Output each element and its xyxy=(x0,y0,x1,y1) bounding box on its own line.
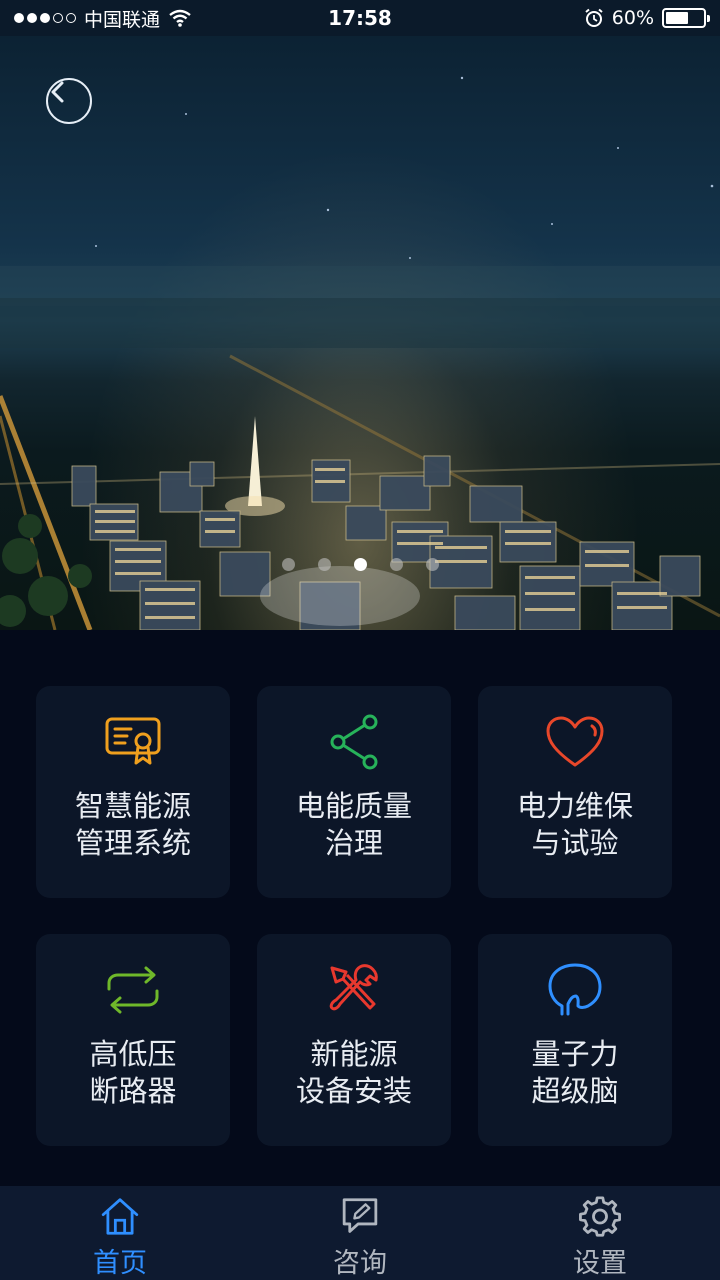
wifi-icon xyxy=(169,9,191,27)
tile-label-line1: 智慧能源 xyxy=(74,789,191,823)
tile-label-line1: 电力维保 xyxy=(516,789,633,823)
tile-label-line2: 设备安装 xyxy=(295,1074,412,1108)
heart-icon xyxy=(545,714,605,770)
share-icon xyxy=(324,714,384,770)
city-night-illustration xyxy=(0,76,720,630)
battery-icon xyxy=(662,8,710,28)
status-bar: 中国联通 17:58 60% xyxy=(0,0,720,36)
tile-maintenance-testing[interactable]: 电力维保 与试验 xyxy=(478,686,672,898)
battery-fill xyxy=(666,12,688,24)
alarm-icon xyxy=(585,8,603,27)
tile-label-line2: 管理系统 xyxy=(74,826,191,860)
tile-label-line2: 超级脑 xyxy=(531,1074,619,1108)
tile-quantum-brain[interactable]: 量子力 超级脑 xyxy=(478,934,672,1146)
refresh-arrows-icon xyxy=(103,962,163,1018)
bottom-tab-bar: 首页 咨询 设置 xyxy=(0,1186,720,1280)
tile-power-quality[interactable]: 电能质量 治理 xyxy=(257,686,451,898)
tile-new-energy-installation[interactable]: 新能源 设备安装 xyxy=(257,934,451,1146)
carousel-dot[interactable] xyxy=(353,558,367,571)
carousel-dot[interactable] xyxy=(317,558,331,571)
tile-label-line2: 断路器 xyxy=(89,1074,177,1108)
carousel-dot[interactable] xyxy=(425,558,439,571)
carousel-dots[interactable] xyxy=(0,558,720,571)
tile-circuit-breaker[interactable]: 高低压 断路器 xyxy=(36,934,230,1146)
carrier-name: 中国联通 xyxy=(84,8,161,31)
head-icon xyxy=(545,962,605,1018)
tools-icon xyxy=(324,962,384,1018)
tile-label: 智慧能源 管理系统 xyxy=(75,788,191,862)
chevron-left-icon xyxy=(51,81,64,103)
tab-settings-label: 设置 xyxy=(573,1248,627,1279)
tile-label: 高低压 断路器 xyxy=(89,1036,176,1110)
home-icon xyxy=(101,1198,139,1235)
signal-dots xyxy=(14,13,76,23)
tile-smart-energy[interactable]: 智慧能源 管理系统 xyxy=(36,686,230,898)
tile-label: 量子力 超级脑 xyxy=(531,1036,618,1110)
chat-edit-icon xyxy=(342,1198,378,1233)
status-right: 60% xyxy=(584,7,710,29)
tab-home[interactable]: 首页 xyxy=(0,1186,240,1280)
tile-label-line2: 治理 xyxy=(324,826,383,860)
back-button[interactable] xyxy=(46,78,92,124)
tile-label-line1: 电能质量 xyxy=(295,789,412,823)
tab-consult[interactable]: 咨询 xyxy=(240,1186,480,1280)
tile-label-line1: 高低压 xyxy=(89,1037,177,1071)
tile-label-line1: 量子力 xyxy=(531,1037,619,1071)
tile-label: 电能质量 治理 xyxy=(296,788,412,862)
certificate-icon xyxy=(103,714,163,770)
tile-label-line1: 新能源 xyxy=(310,1037,398,1071)
hero-banner[interactable] xyxy=(0,36,720,630)
tab-consult-label: 咨询 xyxy=(333,1248,387,1279)
tab-home-label: 首页 xyxy=(93,1248,147,1279)
service-grid: 智慧能源 管理系统 电能质量 治理 电力维保 与试验 高低压 断路器 新能源 设… xyxy=(36,686,676,1146)
battery-percent: 60% xyxy=(611,7,654,29)
gear-icon xyxy=(579,1196,621,1237)
carousel-dot[interactable] xyxy=(389,558,403,571)
tile-label-line2: 与试验 xyxy=(531,826,619,860)
tile-label: 新能源 设备安装 xyxy=(296,1036,412,1110)
tab-settings[interactable]: 设置 xyxy=(480,1186,720,1280)
tile-label: 电力维保 与试验 xyxy=(517,788,633,862)
status-left: 中国联通 xyxy=(14,5,192,32)
carousel-dot[interactable] xyxy=(281,558,295,571)
